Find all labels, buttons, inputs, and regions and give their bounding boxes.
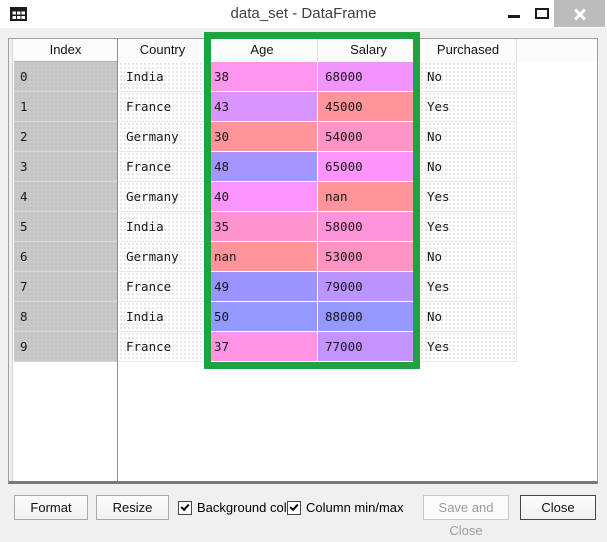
row-index-cell[interactable]: 6 (14, 242, 117, 272)
cell-salary[interactable]: nan (318, 182, 420, 212)
minimize-icon (508, 15, 520, 18)
minimize-button[interactable] (500, 0, 528, 27)
cell-age[interactable]: 38 (207, 62, 318, 92)
cell-country[interactable]: France (119, 272, 207, 302)
cell-filler (517, 62, 597, 92)
cell-age[interactable]: 43 (207, 92, 318, 122)
cell-purchased[interactable]: Yes (420, 182, 517, 212)
cell-country[interactable]: France (119, 92, 207, 122)
row-index-cell[interactable]: 5 (14, 212, 117, 242)
cell-filler (517, 302, 597, 332)
cell-purchased[interactable]: Yes (420, 92, 517, 122)
dataframe-editor-window: data_set - DataFrame Index 0123456789 Co… (0, 0, 607, 526)
cell-salary[interactable]: 79000 (318, 272, 420, 302)
cell-filler (517, 152, 597, 182)
cell-country[interactable]: Germany (119, 182, 207, 212)
table-row: Germany 30 54000 No (119, 122, 597, 152)
cell-country[interactable]: India (119, 62, 207, 92)
column-minmax-label[interactable]: Column min/max (306, 500, 404, 516)
cell-salary[interactable]: 58000 (318, 212, 420, 242)
cell-country[interactable]: France (119, 152, 207, 182)
cell-age[interactable]: 35 (207, 212, 318, 242)
cell-filler (517, 122, 597, 152)
cell-salary[interactable]: 88000 (318, 302, 420, 332)
row-index-cell[interactable]: 4 (14, 182, 117, 212)
cell-filler (517, 242, 597, 272)
row-index-cell[interactable]: 0 (14, 62, 117, 92)
background-color-checkbox[interactable] (178, 501, 192, 515)
cell-country[interactable]: Germany (119, 122, 207, 152)
index-column-panel: Index 0123456789 (14, 39, 118, 481)
table-row: India 35 58000 Yes (119, 212, 597, 242)
titlebar: data_set - DataFrame (0, 0, 607, 28)
column-header-salary[interactable]: Salary (318, 39, 420, 62)
column-header-index[interactable]: Index (14, 39, 117, 62)
cell-salary[interactable]: 53000 (318, 242, 420, 272)
column-header-age[interactable]: Age (207, 39, 318, 62)
cell-filler (517, 182, 597, 212)
table-row: India 38 68000 No (119, 62, 597, 92)
background-color-label[interactable]: Background color (197, 500, 298, 516)
maximize-button[interactable] (528, 0, 556, 27)
cell-filler (517, 272, 597, 302)
column-minmax-checkbox[interactable] (287, 501, 301, 515)
close-icon (573, 7, 587, 21)
column-header-purchased[interactable]: Purchased (420, 39, 517, 62)
cell-filler (517, 92, 597, 122)
table-row: France 37 77000 Yes (119, 332, 597, 362)
checkmark-icon (289, 502, 298, 511)
cell-age[interactable]: 30 (207, 122, 318, 152)
column-header-row: Country Age Salary Purchased (119, 39, 597, 62)
vertical-header-strip (9, 39, 13, 481)
cell-age[interactable]: 37 (207, 332, 318, 362)
cell-filler (517, 212, 597, 242)
cell-salary[interactable]: 77000 (318, 332, 420, 362)
row-index-cell[interactable]: 7 (14, 272, 117, 302)
resize-button[interactable]: Resize (96, 495, 169, 520)
row-index-cell[interactable]: 8 (14, 302, 117, 332)
row-index-cell[interactable]: 3 (14, 152, 117, 182)
cell-salary[interactable]: 68000 (318, 62, 420, 92)
cell-purchased[interactable]: No (420, 302, 517, 332)
cell-age[interactable]: 50 (207, 302, 318, 332)
cell-salary[interactable]: 65000 (318, 152, 420, 182)
cell-purchased[interactable]: Yes (420, 212, 517, 242)
checkmark-icon (180, 502, 189, 511)
cell-age[interactable]: 40 (207, 182, 318, 212)
table-row: France 49 79000 Yes (119, 272, 597, 302)
cell-age[interactable]: nan (207, 242, 318, 272)
cell-purchased[interactable]: No (420, 122, 517, 152)
cell-age[interactable]: 48 (207, 152, 318, 182)
dataframe-table: Index 0123456789 Country Age Salary Purc… (8, 38, 598, 484)
table-row: Germany nan 53000 No (119, 242, 597, 272)
save-and-close-button: Save and Close (423, 495, 509, 520)
cell-country[interactable]: India (119, 302, 207, 332)
row-index-cell[interactable]: 1 (14, 92, 117, 122)
data-panel: Country Age Salary Purchased India 38 68… (119, 39, 597, 481)
cell-salary[interactable]: 54000 (318, 122, 420, 152)
row-index-cell[interactable]: 9 (14, 332, 117, 362)
cell-filler (517, 332, 597, 362)
cell-purchased[interactable]: No (420, 152, 517, 182)
column-header-country[interactable]: Country (119, 39, 207, 62)
cell-purchased[interactable]: Yes (420, 332, 517, 362)
table-row: France 48 65000 No (119, 152, 597, 182)
row-index-cell[interactable]: 2 (14, 122, 117, 152)
table-row: France 43 45000 Yes (119, 92, 597, 122)
close-button[interactable]: Close (520, 495, 596, 520)
maximize-icon (535, 8, 549, 19)
cell-country[interactable]: France (119, 332, 207, 362)
table-row: Germany 40 nan Yes (119, 182, 597, 212)
close-window-button[interactable] (554, 0, 605, 27)
table-row: India 50 88000 No (119, 302, 597, 332)
format-button[interactable]: Format (14, 495, 88, 520)
cell-age[interactable]: 49 (207, 272, 318, 302)
cell-country[interactable]: India (119, 212, 207, 242)
cell-purchased[interactable]: No (420, 62, 517, 92)
cell-purchased[interactable]: No (420, 242, 517, 272)
cell-purchased[interactable]: Yes (420, 272, 517, 302)
column-header-filler (517, 39, 597, 62)
cell-salary[interactable]: 45000 (318, 92, 420, 122)
cell-country[interactable]: Germany (119, 242, 207, 272)
